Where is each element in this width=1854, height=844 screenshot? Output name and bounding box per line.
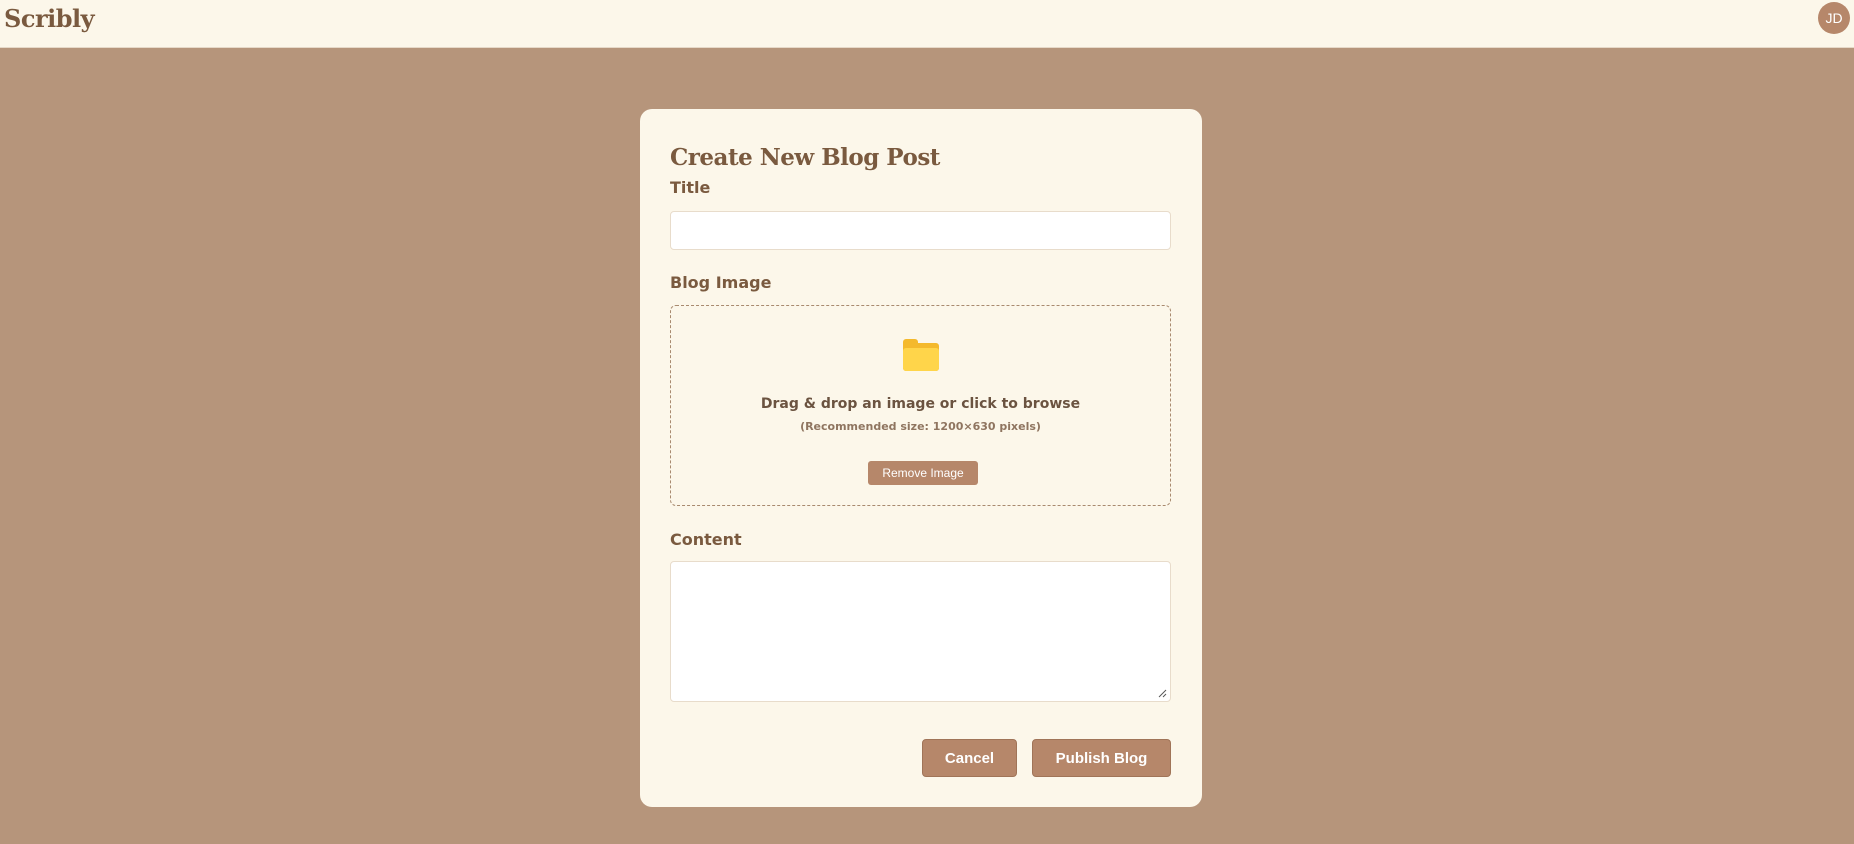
- image-dropzone[interactable]: Drag & drop an image or click to browse …: [670, 305, 1171, 506]
- resize-handle-icon[interactable]: [1158, 689, 1167, 698]
- cancel-button[interactable]: Cancel: [922, 739, 1017, 777]
- page-title: Create New Blog Post: [670, 144, 940, 171]
- blog-image-label: Blog Image: [670, 273, 772, 292]
- title-label: Title: [670, 178, 711, 197]
- dropzone-text: Drag & drop an image or click to browse: [760, 396, 1081, 412]
- folder-icon: [903, 339, 939, 371]
- dropzone-hint: (Recommended size: 1200×630 pixels): [800, 420, 1041, 433]
- content-textarea[interactable]: [670, 561, 1171, 702]
- brand-logo[interactable]: Scribly: [4, 4, 95, 33]
- create-post-card: Create New Blog Post Title Blog Image Dr…: [640, 109, 1202, 807]
- content-label: Content: [670, 530, 742, 549]
- publish-blog-button[interactable]: Publish Blog: [1032, 739, 1171, 777]
- user-avatar[interactable]: JD: [1818, 2, 1850, 34]
- top-navbar: Scribly JD: [0, 0, 1854, 48]
- title-input[interactable]: [670, 211, 1171, 250]
- remove-image-button[interactable]: Remove Image: [868, 461, 978, 485]
